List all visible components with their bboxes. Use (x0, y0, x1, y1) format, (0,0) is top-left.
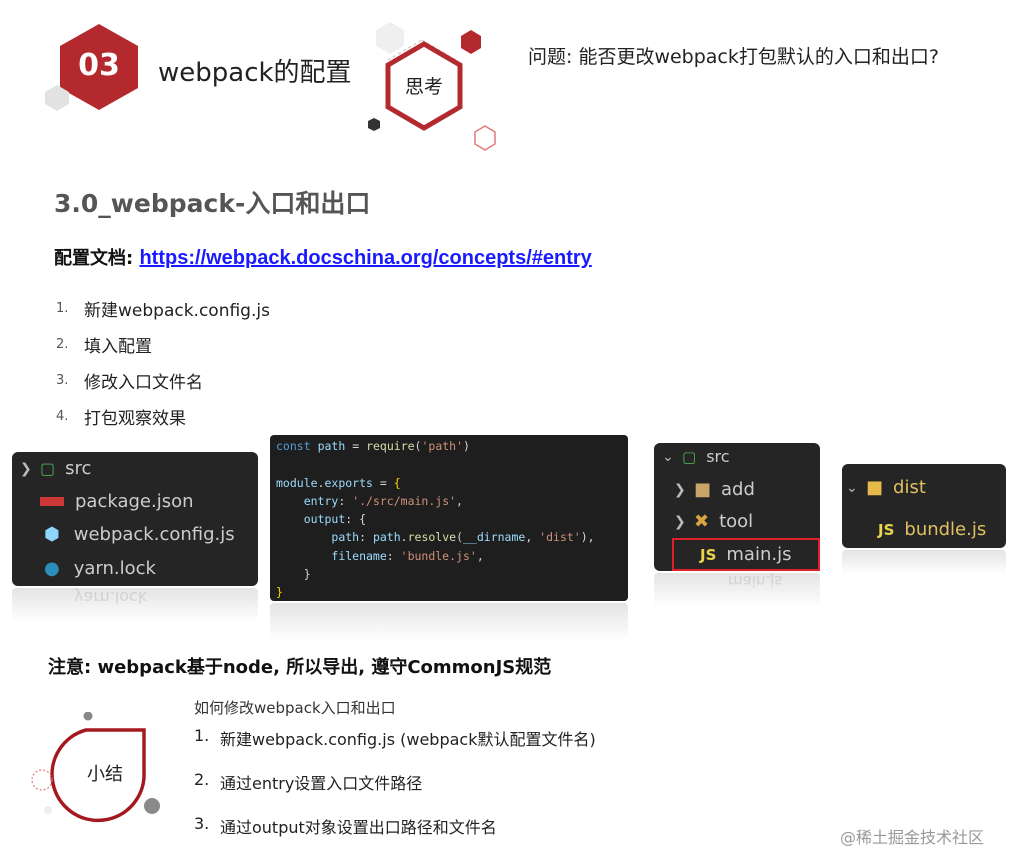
list-item: 3. 修改入口文件名 (56, 372, 203, 393)
tree-item-src[interactable]: ❯ ▢ src (20, 458, 91, 479)
tree-item-package-json[interactable]: package.json (40, 491, 194, 512)
decor-grey-hexagon (45, 85, 69, 111)
tree-item-bundle-js[interactable]: JS bundle.js (878, 519, 986, 540)
list-item: 1. 新建webpack.config.js (56, 300, 270, 321)
tree-item-tool[interactable]: ❯ ✖ tool (674, 511, 753, 532)
list-item: 2. 通过entry设置入口文件路径 (194, 770, 423, 793)
page-title: webpack的配置 (158, 58, 352, 88)
section-title: 3.0_webpack-入口和出口 (54, 189, 371, 218)
chevron-down-icon: ⌄ (846, 479, 858, 496)
code-line: path: path.resolve(__dirname, 'dist'), (331, 530, 595, 545)
tree-item-main-js[interactable]: JS main.js (700, 544, 791, 565)
list-item: 3. 通过output对象设置出口路径和文件名 (194, 814, 497, 837)
code-reflection (270, 603, 628, 641)
code-line: module.exports = { (276, 475, 401, 490)
code-line: } (303, 567, 311, 582)
code-line: const path = require('path') (276, 439, 470, 453)
webpack-icon: ⬢ (44, 524, 60, 545)
doc-line: 配置文档: https://webpack.docschina.org/conc… (54, 244, 592, 270)
summary-heading: 如何修改webpack入口和出口 (194, 699, 396, 717)
list-item: 1. 新建webpack.config.js (webpack默认配置文件名) (194, 726, 596, 749)
js-file-icon: JS (878, 520, 895, 539)
chapter-number: 03 (78, 48, 120, 83)
chevron-right-icon: ❯ (674, 513, 686, 530)
folder-dist-icon: ■ (866, 477, 884, 498)
summary-list: 1. 新建webpack.config.js (webpack默认配置文件名) 2… (194, 726, 596, 858)
question-text: 问题: 能否更改webpack打包默认的入口和出口? (528, 46, 939, 68)
code-line: output: { (303, 512, 367, 527)
summary-label: 小结 (87, 764, 123, 785)
panel-reflection (842, 550, 1006, 574)
reflection-text: yarn.lock (74, 588, 148, 607)
list-item: 2. 填入配置 (56, 336, 152, 357)
chevron-right-icon: ❯ (20, 460, 32, 477)
doc-link[interactable]: https://webpack.docschina.org/concepts/#… (139, 247, 591, 269)
note-text: 注意: webpack基于node, 所以导出, 遵守CommonJS规范 (48, 657, 552, 678)
code-line: } (276, 585, 283, 600)
tree-item-webpack-config[interactable]: ⬢ webpack.config.js (44, 524, 235, 545)
tree-item-add[interactable]: ❯ ■ add (674, 479, 755, 500)
code-line: entry: './src/main.js', (303, 493, 463, 508)
list-item: 4. 打包观察效果 (56, 408, 186, 429)
code-editor: const path = require('path') module.expo… (270, 435, 628, 601)
code-line: filename: 'bundle.js', (331, 548, 484, 563)
folder-src-icon: ▢ (682, 447, 697, 466)
chevron-down-icon: ⌄ (662, 448, 674, 465)
think-label: 思考 (404, 76, 443, 98)
npm-icon (40, 497, 64, 506)
chevron-right-icon: ❯ (674, 481, 686, 498)
doc-label: 配置文档: (54, 248, 140, 269)
folder-icon: ■ (694, 479, 712, 500)
watermark: @稀土掘金技术社区 (840, 828, 985, 847)
tree-item-src-open[interactable]: ⌄ ▢ src (662, 447, 730, 466)
tools-folder-icon: ✖ (694, 511, 710, 532)
reflection-text: main.js (728, 572, 783, 590)
tree-item-dist[interactable]: ⌄ ■ dist (846, 477, 926, 498)
js-file-icon: JS (700, 545, 717, 564)
yarn-icon: ● (44, 558, 60, 579)
folder-src-icon: ▢ (40, 459, 56, 478)
tree-item-yarn-lock[interactable]: ● yarn.lock (44, 558, 156, 579)
steps-list: 1. 新建webpack.config.js 2. 填入配置 3. 修改入口文件名 4… (56, 290, 270, 434)
